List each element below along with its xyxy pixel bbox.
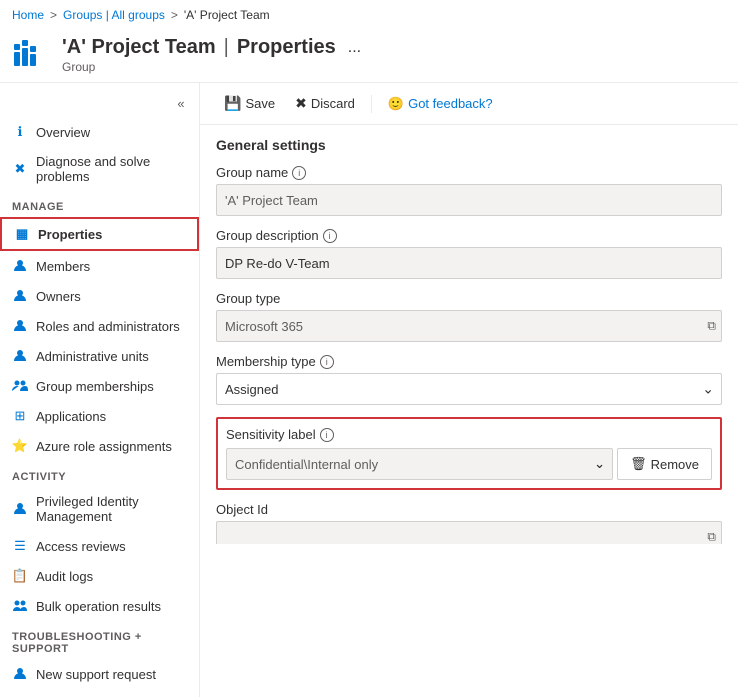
- sidebar-item-azure-roles[interactable]: ⭐ Azure role assignments: [0, 431, 199, 461]
- group-description-label: Group description i: [216, 228, 722, 243]
- group-name-group: Group name i: [216, 165, 722, 216]
- applications-icon: ⊞: [12, 408, 28, 424]
- form-area: General settings Group name i Group desc…: [200, 125, 738, 544]
- group-name-label: Group name i: [216, 165, 722, 180]
- sidebar-wrapper: « ℹ Overview ✖ Diagnose and solve proble…: [0, 83, 200, 544]
- group-header-icon: [12, 36, 48, 72]
- owners-icon: [12, 288, 28, 304]
- group-name-input[interactable]: [216, 184, 722, 216]
- sidebar-item-owners[interactable]: Owners: [0, 281, 199, 311]
- group-name-info-icon: i: [292, 166, 306, 180]
- access-reviews-icon: ☰: [12, 538, 28, 554]
- sensitivity-label-row: Sensitivity label i: [226, 427, 712, 442]
- object-id-label: Object Id: [216, 502, 722, 517]
- sidebar-item-admin-units[interactable]: Administrative units: [0, 341, 199, 371]
- sidebar-item-group-memberships[interactable]: Group memberships: [0, 371, 199, 401]
- troubleshoot-section-label: Troubleshooting + Support: [0, 621, 199, 659]
- members-icon: [12, 258, 28, 274]
- pim-icon: [12, 501, 28, 517]
- feedback-link[interactable]: 🙂 Got feedback?: [380, 92, 501, 116]
- overview-icon: ℹ: [12, 124, 28, 140]
- audit-logs-icon: 📋: [12, 568, 28, 584]
- content-area: 💾 Save ✖ Discard 🙂 Got feedback? General…: [200, 83, 738, 544]
- sidebar-item-pim[interactable]: Privileged Identity Management: [0, 487, 199, 531]
- roles-icon: [12, 318, 28, 334]
- page-header: 'A' Project Team | Properties ... Group: [0, 30, 738, 83]
- sidebar-item-new-support[interactable]: New support request: [0, 659, 199, 689]
- group-description-info-icon: i: [323, 229, 337, 243]
- manage-section-label: Manage: [0, 191, 199, 217]
- header-subtitle: Group: [62, 60, 365, 74]
- group-type-label: Group type: [216, 291, 722, 306]
- azure-roles-icon: ⭐: [12, 438, 28, 454]
- page-title: 'A' Project Team | Properties ...: [62, 36, 365, 59]
- object-id-copy-icon[interactable]: ⧉: [707, 530, 716, 545]
- sensitivity-label-input[interactable]: [226, 448, 613, 480]
- group-description-group: Group description i: [216, 228, 722, 279]
- membership-type-group: Membership type i Assigned: [216, 354, 722, 405]
- sidebar-item-audit-logs[interactable]: 📋 Audit logs: [0, 561, 199, 591]
- group-type-input: [216, 310, 722, 342]
- header-text: 'A' Project Team | Properties ... Group: [62, 36, 365, 74]
- feedback-icon: 🙂: [388, 96, 404, 112]
- object-id-input: [216, 521, 722, 544]
- breadcrumb: Home > Groups | All groups > 'A' Project…: [0, 0, 738, 30]
- sidebar-item-bulk-ops[interactable]: Bulk operation results: [0, 591, 199, 621]
- membership-type-label: Membership type i: [216, 354, 722, 369]
- breadcrumb-groups[interactable]: Groups | All groups: [63, 8, 165, 22]
- sidebar-collapse-button[interactable]: «: [171, 93, 191, 113]
- new-support-icon: [12, 666, 28, 682]
- admin-units-icon: [12, 348, 28, 364]
- membership-type-info-icon: i: [320, 355, 334, 369]
- ellipsis-button[interactable]: ...: [344, 39, 365, 57]
- save-button[interactable]: 💾 Save: [216, 91, 283, 116]
- group-memberships-icon: [12, 378, 28, 394]
- sidebar-item-members[interactable]: Members: [0, 251, 199, 281]
- membership-type-select[interactable]: Assigned: [216, 373, 722, 405]
- save-icon: 💾: [224, 95, 241, 112]
- toolbar: 💾 Save ✖ Discard 🙂 Got feedback?: [200, 83, 738, 125]
- activity-section-label: Activity: [0, 461, 199, 487]
- trash-icon: 🗑: [630, 456, 647, 472]
- remove-sensitivity-button[interactable]: 🗑 Remove: [617, 448, 712, 480]
- bulk-ops-icon: [12, 598, 28, 614]
- sidebar-item-properties[interactable]: ▦ Properties: [0, 217, 199, 251]
- diagnose-icon: ✖: [12, 161, 28, 177]
- sidebar-item-roles[interactable]: Roles and administrators: [0, 311, 199, 341]
- sidebar-item-access-reviews[interactable]: ☰ Access reviews: [0, 531, 199, 561]
- general-settings-title: General settings: [216, 137, 722, 153]
- discard-icon: ✖: [295, 95, 307, 112]
- sidebar: « ℹ Overview ✖ Diagnose and solve proble…: [0, 83, 200, 697]
- group-description-input[interactable]: [216, 247, 722, 279]
- breadcrumb-current: 'A' Project Team: [184, 8, 270, 22]
- sidebar-item-applications[interactable]: ⊞ Applications: [0, 401, 199, 431]
- toolbar-divider: [371, 95, 372, 113]
- main-layout: « ℹ Overview ✖ Diagnose and solve proble…: [0, 83, 738, 544]
- breadcrumb-home[interactable]: Home: [12, 8, 44, 22]
- properties-icon: ▦: [14, 226, 30, 242]
- object-id-group: Object Id ⧉: [216, 502, 722, 544]
- sensitivity-input-row: ⌄ 🗑 Remove: [226, 448, 712, 480]
- group-type-group: Group type ⧉: [216, 291, 722, 342]
- sensitivity-label-group: Sensitivity label i ⌄ 🗑 Remove: [216, 417, 722, 490]
- sidebar-item-diagnose[interactable]: ✖ Diagnose and solve problems: [0, 147, 199, 191]
- group-type-copy-icon[interactable]: ⧉: [707, 319, 716, 334]
- discard-button[interactable]: ✖ Discard: [287, 91, 363, 116]
- sensitivity-label-info-icon: i: [320, 428, 334, 442]
- sidebar-item-overview[interactable]: ℹ Overview: [0, 117, 199, 147]
